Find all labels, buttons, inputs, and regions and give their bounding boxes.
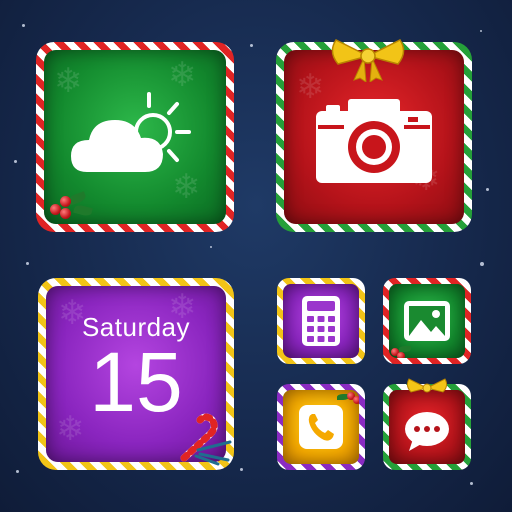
calendar-widget[interactable]: ❄ ❄ ❄ Saturday 15 (38, 278, 234, 470)
weather-widget-face: ❄ ❄ ❄ (44, 50, 226, 224)
phone-app-face (283, 390, 359, 464)
calculator-app-face (283, 284, 359, 358)
gallery-app-face (389, 284, 465, 358)
calculator-icon (302, 296, 340, 346)
camera-icon (316, 99, 432, 184)
weather-widget[interactable]: ❄ ❄ ❄ (36, 42, 234, 232)
gold-bow-icon (406, 378, 448, 393)
weather-partly-cloudy-icon (71, 91, 191, 172)
image-icon (404, 301, 450, 341)
message-bubble-icon (405, 411, 449, 451)
candy-cane-icon (180, 413, 232, 466)
gallery-app[interactable] (383, 278, 471, 364)
holly-berries-icon (337, 390, 359, 408)
holly-berries-icon (46, 188, 96, 224)
camera-widget[interactable]: ❄ ❄ (276, 39, 472, 232)
phone-app[interactable] (277, 384, 365, 470)
phone-icon (299, 405, 343, 449)
messages-app[interactable] (383, 378, 471, 470)
holly-berries-icon (389, 342, 415, 358)
calculator-app[interactable] (277, 278, 365, 364)
gold-bow-icon (331, 39, 405, 82)
